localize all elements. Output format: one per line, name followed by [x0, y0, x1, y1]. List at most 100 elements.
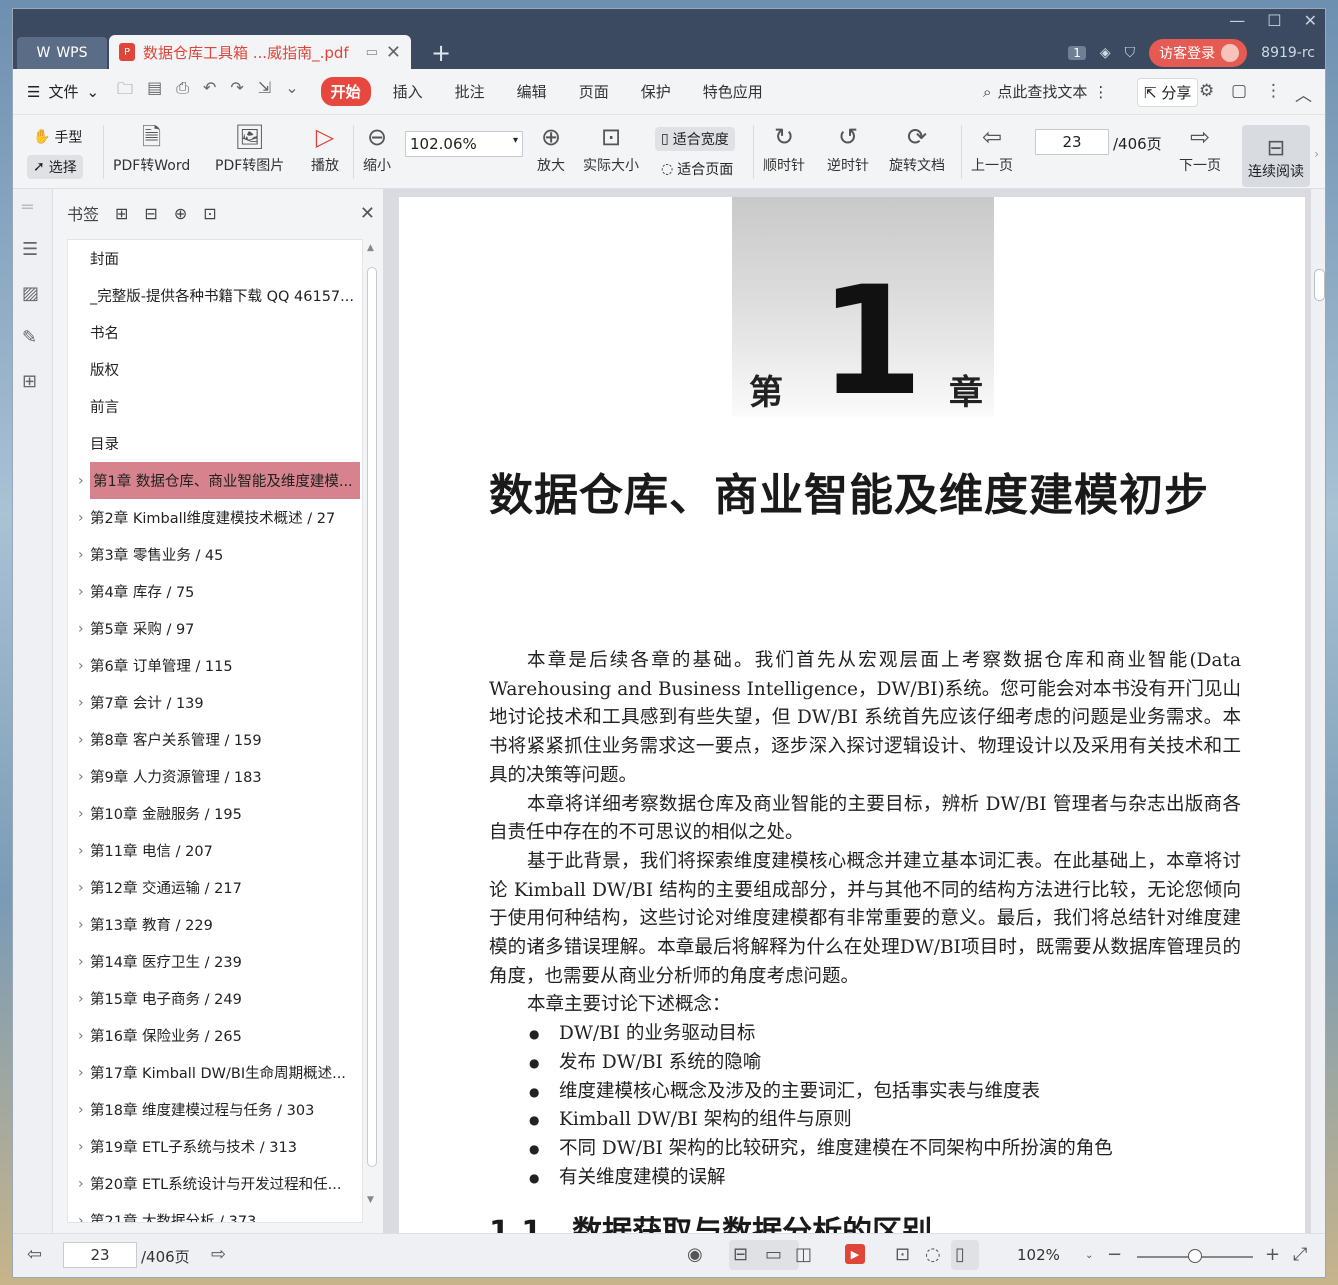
- zoom-dropdown-icon[interactable]: ⌄: [1085, 1250, 1093, 1261]
- bookmark-item[interactable]: 第1章 数据仓库、商业智能及维度建模...: [68, 462, 362, 499]
- status-page-input[interactable]: 23: [63, 1242, 137, 1268]
- close-icon[interactable]: ✕: [1304, 11, 1317, 30]
- expand-bookmark-icon[interactable]: ⊕: [174, 204, 187, 223]
- bookmark-item[interactable]: _完整版-提供各种书籍下载 QQ 46157...: [68, 277, 362, 314]
- single-page-icon[interactable]: ▭: [765, 1244, 782, 1265]
- menu-annotate[interactable]: 批注: [445, 77, 495, 106]
- close-tab-icon[interactable]: ✕: [386, 42, 401, 63]
- continuous-view-icon[interactable]: ⊟: [733, 1244, 748, 1265]
- bookmark-scrollbar[interactable]: ▲ ▼: [365, 239, 379, 1223]
- bookmark-item[interactable]: 第7章 会计 / 139: [68, 684, 362, 721]
- minimize-icon[interactable]: —: [1229, 11, 1245, 30]
- document-scrollbar[interactable]: [1311, 189, 1325, 1233]
- bookmark-item[interactable]: 第11章 电信 / 207: [68, 832, 362, 869]
- rotate-counterclockwise-button[interactable]: ↺ 逆时针: [827, 123, 869, 175]
- zoom-slider-handle[interactable]: [1188, 1249, 1202, 1263]
- zoom-select[interactable]: 102.06% ▾: [405, 131, 523, 157]
- bookmark-item[interactable]: 第15章 电子商务 / 249: [68, 980, 362, 1017]
- pdf-to-image-button[interactable]: 🖼 PDF转图片: [215, 123, 284, 175]
- comment-icon[interactable]: ▢: [1231, 81, 1247, 101]
- export-icon[interactable]: ⇲: [258, 78, 271, 105]
- two-page-icon[interactable]: ◫: [795, 1244, 812, 1265]
- play-button[interactable]: ▷ 播放: [311, 123, 339, 175]
- bookmark-item[interactable]: 第10章 金融服务 / 195: [68, 795, 362, 832]
- fit-width-button[interactable]: ▯ 适合宽度: [655, 127, 735, 151]
- menu-start[interactable]: 开始: [320, 77, 371, 106]
- scroll-up-icon[interactable]: ▲: [367, 243, 374, 253]
- bookmark-options-icon[interactable]: ⊡: [203, 204, 216, 223]
- rotate-clockwise-button[interactable]: ↻ 顺时针: [763, 123, 805, 175]
- menu-edit[interactable]: 编辑: [507, 77, 557, 106]
- select-tool[interactable]: ➚ 选择: [27, 155, 83, 179]
- fit-page-button[interactable]: ◌ 适合页面: [655, 157, 739, 181]
- bookmark-item[interactable]: 第4章 库存 / 75: [68, 573, 362, 610]
- bookmark-item[interactable]: 第16章 保险业务 / 265: [68, 1017, 362, 1054]
- skin-icon[interactable]: ◈: [1100, 45, 1111, 61]
- login-button[interactable]: 访客登录: [1149, 39, 1248, 67]
- bookmark-item[interactable]: 第14章 医疗卫生 / 239: [68, 943, 362, 980]
- eye-protection-icon[interactable]: ◉: [687, 1244, 703, 1265]
- tab-count-badge[interactable]: 1: [1068, 46, 1086, 60]
- bookmark-item[interactable]: 第5章 采购 / 97: [68, 610, 362, 647]
- bookmark-item[interactable]: 第2章 Kimball维度建模技术概述 / 27: [68, 499, 362, 536]
- collapse-bookmark-icon[interactable]: ⊟: [144, 204, 157, 223]
- zoom-level[interactable]: 102%: [1017, 1246, 1060, 1264]
- drag-handle-icon[interactable]: ═: [22, 197, 33, 218]
- tab-wps[interactable]: W WPS: [17, 37, 107, 69]
- actual-size-icon[interactable]: ⊡: [895, 1244, 910, 1265]
- play-slideshow-icon[interactable]: ▶: [845, 1244, 865, 1264]
- fit-page-icon[interactable]: ◌: [925, 1244, 941, 1265]
- scroll-thumb[interactable]: [1314, 269, 1325, 301]
- add-bookmark-icon[interactable]: ⊞: [115, 204, 128, 223]
- hand-tool[interactable]: ✋ 手型: [27, 125, 88, 149]
- thumbnail-panel-icon[interactable]: ▨: [22, 283, 39, 304]
- bookmark-item[interactable]: 第8章 客户关系管理 / 159: [68, 721, 362, 758]
- save-icon[interactable]: ▤: [147, 78, 162, 105]
- collapse-ribbon-icon[interactable]: ︿: [1295, 81, 1312, 106]
- next-page-button[interactable]: ⇨ 下一页: [1179, 123, 1221, 175]
- pin-window-icon[interactable]: ▭: [366, 45, 378, 60]
- next-page-icon[interactable]: ⇨: [211, 1244, 226, 1265]
- bookmark-item[interactable]: 第9章 人力资源管理 / 183: [68, 758, 362, 795]
- continuous-reading-button[interactable]: ⊟ 连续阅读: [1242, 125, 1310, 187]
- close-panel-icon[interactable]: ✕: [360, 203, 375, 224]
- scroll-down-icon[interactable]: ▼: [367, 1195, 374, 1205]
- more-options-icon[interactable]: ⋮: [1265, 81, 1282, 101]
- bookmark-item[interactable]: 前言: [68, 388, 362, 425]
- bookmark-item[interactable]: 第21章 大数据分析 / 373: [68, 1202, 362, 1223]
- bookmark-item[interactable]: 第3章 零售业务 / 45: [68, 536, 362, 573]
- scroll-thumb[interactable]: [367, 267, 377, 1167]
- file-menu[interactable]: ☰ 文件 ⌄: [27, 81, 99, 102]
- prev-page-icon[interactable]: ⇦: [27, 1244, 42, 1265]
- zoom-out-icon[interactable]: −: [1107, 1244, 1122, 1265]
- prev-page-button[interactable]: ⇦ 上一页: [971, 123, 1013, 175]
- bookmark-item[interactable]: 第18章 维度建模过程与任务 / 303: [68, 1091, 362, 1128]
- shirt-icon[interactable]: ⛉: [1125, 45, 1136, 61]
- zoom-in-button[interactable]: ⊕ 放大: [537, 123, 565, 175]
- bookmark-item[interactable]: 第6章 订单管理 / 115: [68, 647, 362, 684]
- find-text[interactable]: ⌕ 点此查找文本 ⋮: [983, 81, 1108, 102]
- menu-protect[interactable]: 保护: [631, 77, 681, 106]
- page-number-input[interactable]: 23: [1035, 129, 1109, 155]
- bookmark-item[interactable]: 封面: [68, 240, 362, 277]
- tab-document[interactable]: P 数据仓库工具箱 ...威指南_.pdf ▭ ✕: [109, 35, 411, 69]
- open-folder-icon[interactable]: 🗀: [117, 78, 133, 105]
- undo-icon[interactable]: ↶: [203, 78, 216, 105]
- actual-size-button[interactable]: ⊡ 实际大小: [583, 123, 639, 175]
- menu-page[interactable]: 页面: [569, 77, 619, 106]
- print-icon[interactable]: ⎙: [176, 78, 189, 105]
- bookmark-item[interactable]: 书名: [68, 314, 362, 351]
- toolbar-scroll-right-icon[interactable]: ›: [1314, 147, 1319, 161]
- bookmark-item[interactable]: 第20章 ETL系统设计与开发过程和任...: [68, 1165, 362, 1202]
- settings-icon[interactable]: ⚙: [1199, 81, 1214, 101]
- share-button[interactable]: ⇱ 分享: [1137, 78, 1199, 107]
- bookmark-item[interactable]: 第19章 ETL子系统与技术 / 313: [68, 1128, 362, 1165]
- zoom-slider[interactable]: [1137, 1249, 1253, 1263]
- image-panel-icon[interactable]: ⊞: [22, 371, 37, 392]
- rotate-document-button[interactable]: ⟳ 旋转文档: [889, 123, 945, 175]
- bookmark-item[interactable]: 目录: [68, 425, 362, 462]
- pdf-to-word-button[interactable]: 🗎 PDF转Word: [113, 123, 190, 175]
- maximize-icon[interactable]: ☐: [1267, 11, 1281, 30]
- zoom-out-button[interactable]: ⊖ 缩小: [363, 123, 391, 175]
- new-tab-button[interactable]: +: [431, 39, 451, 67]
